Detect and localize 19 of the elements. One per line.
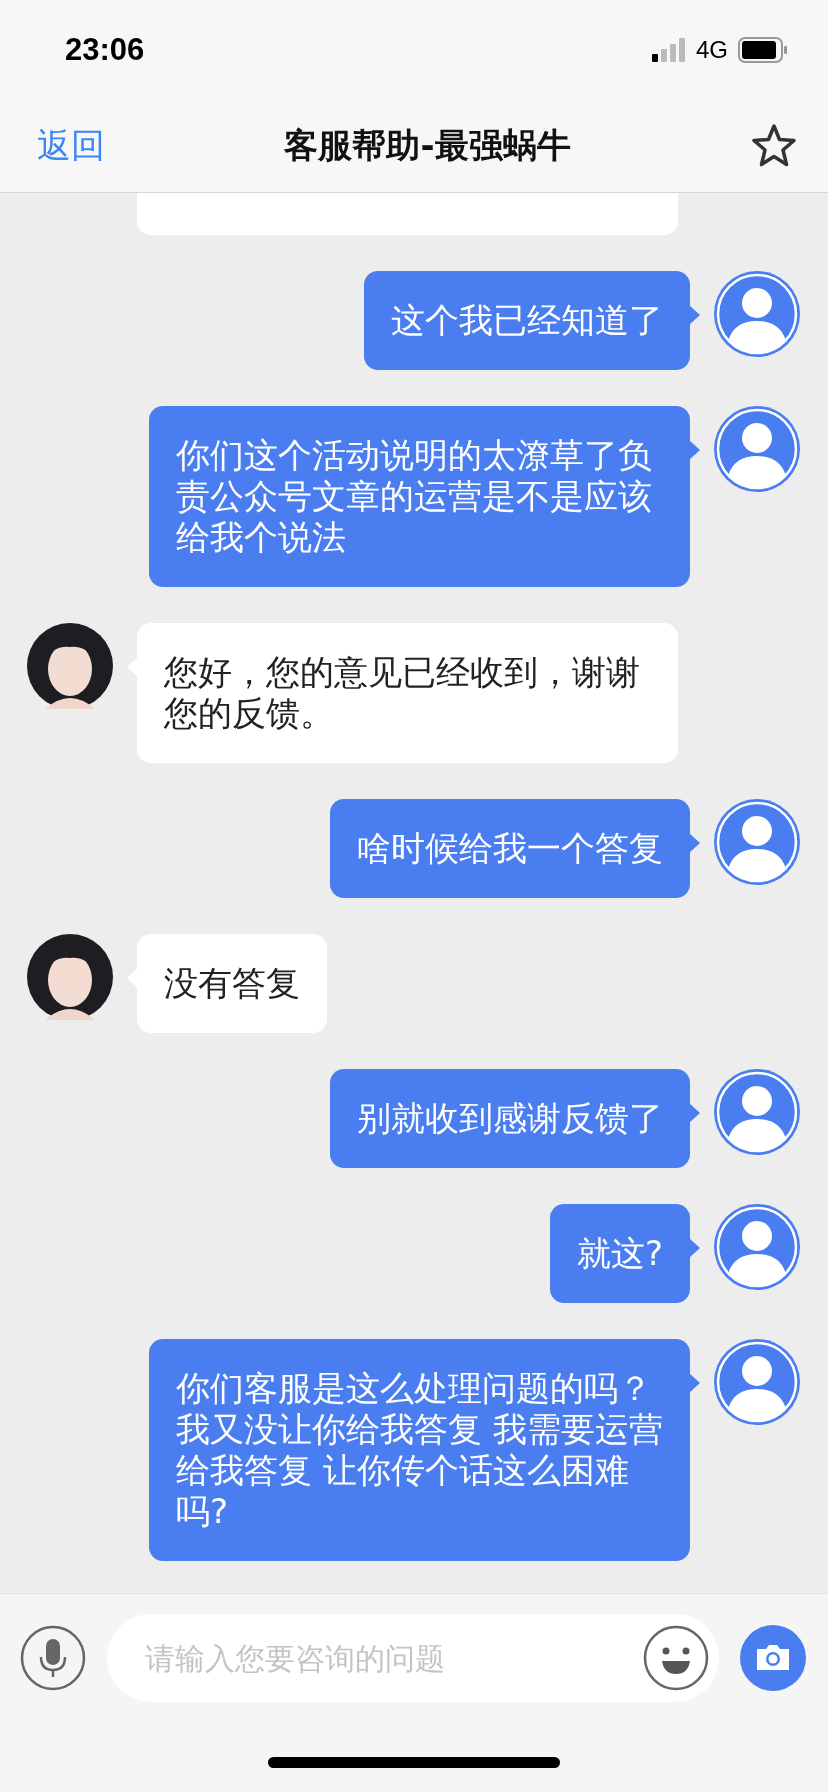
- message-text: 您好，您的意见已经收到，谢谢您的反馈。: [164, 652, 640, 733]
- message-text: 啥时候给我一个答复: [357, 828, 663, 868]
- signal-icon: [652, 38, 686, 62]
- message-text: 这个我已经知道了: [391, 300, 663, 340]
- message-text: 没有答复: [164, 963, 300, 1003]
- message-text: 别就收到感谢反馈了: [357, 1098, 663, 1138]
- chat-title: 客服帮助-最强蜗牛: [284, 124, 571, 167]
- microphone-icon[interactable]: [20, 1625, 86, 1691]
- message-text: 就这?: [576, 1233, 663, 1273]
- message-input[interactable]: 请输入您要咨询的问题: [143, 1639, 643, 1677]
- camera-icon[interactable]: [740, 1625, 806, 1691]
- network-label: 4G: [696, 36, 728, 64]
- input-field[interactable]: 请输入您要咨询的问题: [107, 1614, 719, 1702]
- emoji-icon[interactable]: [643, 1625, 709, 1691]
- status-time: 23:06: [65, 32, 145, 68]
- back-link[interactable]: 返回: [37, 123, 105, 169]
- message-text: 你们客服是这么处理问题的吗？我又没让你给我答复 我需要运营给我答复 让你传个话这么困难吗?: [176, 1368, 663, 1531]
- battery-icon: [738, 37, 788, 63]
- message-text: 你们这个活动说明的太潦草了负责公众号文章的运营是不是应该给我个说法: [176, 435, 652, 557]
